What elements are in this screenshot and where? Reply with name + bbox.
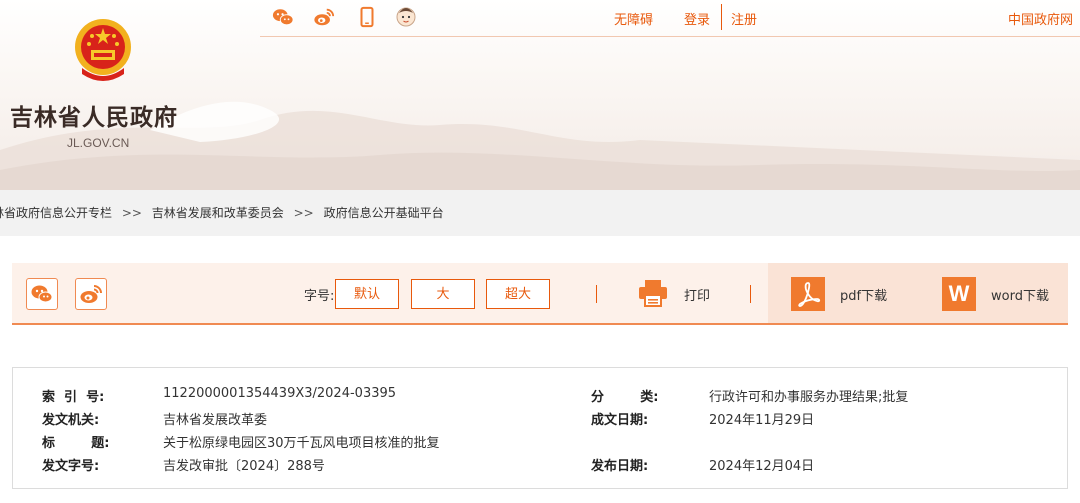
breadcrumb-separator: >> — [293, 206, 314, 220]
doc-no-label: 发文字号: — [42, 459, 100, 474]
index-no-value: 1122000001354439X3/2024-03395 — [163, 386, 397, 401]
pdf-icon[interactable] — [791, 277, 825, 311]
pdf-download-link[interactable]: pdf下载 — [840, 285, 887, 304]
printer-icon[interactable] — [637, 278, 669, 308]
site-domain: JL.GOV.CN — [67, 136, 130, 150]
wechat-icon — [31, 285, 53, 303]
login-link[interactable]: 登录 — [684, 9, 710, 28]
word-icon[interactable]: W — [942, 277, 976, 311]
china-gov-link[interactable]: 中国政府网 — [1008, 9, 1073, 28]
top-link-divider — [721, 4, 722, 30]
breadcrumb-item-info-column[interactable]: 林省政府信息公开专栏 — [0, 206, 112, 220]
top-divider — [260, 36, 1080, 37]
category-label: 分 类: — [591, 390, 659, 405]
issuer-value: 吉林省发展改革委 — [163, 413, 268, 428]
toolbar-divider — [596, 285, 597, 303]
breadcrumb: 林省政府信息公开专栏 >> 吉林省发展和改革委员会 >> 政府信息公开基础平台 — [0, 190, 1080, 236]
publish-date-label: 发布日期: — [591, 459, 649, 474]
document-info-table: 索 引 号: 1122000001354439X3/2024-03395 分 类… — [12, 367, 1068, 489]
index-no-label: 索 引 号: — [42, 390, 105, 405]
assistant-avatar-icon[interactable] — [394, 3, 418, 29]
mobile-icon[interactable] — [356, 6, 378, 28]
download-panel: pdf下载 W word下载 — [768, 263, 1068, 323]
written-date-value: 2024年11月29日 — [709, 413, 815, 428]
weibo-icon[interactable] — [313, 6, 335, 28]
font-size-label: 字号: — [304, 289, 335, 304]
article-toolbar: 字号: 默认 大 超大 打印 pdf下载 W word下载 — [12, 263, 1068, 325]
site-title[interactable]: 吉林省人民政府 — [10, 98, 178, 132]
accessibility-link[interactable]: 无障碍 — [614, 9, 653, 28]
wechat-icon[interactable] — [272, 6, 294, 28]
doc-no-value: 吉发改审批〔2024〕288号 — [163, 459, 325, 474]
font-size-default-button[interactable]: 默认 — [335, 279, 399, 309]
register-link[interactable]: 注册 — [731, 9, 757, 28]
written-date-label: 成文日期: — [591, 413, 649, 428]
category-value: 行政许可和办事服务办理结果;批复 — [709, 390, 909, 405]
word-download-link[interactable]: word下载 — [991, 285, 1049, 304]
weibo-icon — [80, 285, 102, 303]
breadcrumb-separator: >> — [121, 206, 142, 220]
title-value: 关于松原绿电园区30万千瓦风电项目核准的批复 — [163, 436, 440, 451]
national-emblem-icon — [75, 19, 131, 81]
print-link[interactable]: 打印 — [684, 285, 710, 304]
font-size-xlarge-button[interactable]: 超大 — [486, 279, 550, 309]
toolbar-divider — [750, 285, 751, 303]
issuer-label: 发文机关: — [42, 413, 100, 428]
publish-date-value: 2024年12月04日 — [709, 459, 815, 474]
title-label: 标 题: — [42, 436, 110, 451]
breadcrumb-item-platform[interactable]: 政府信息公开基础平台 — [324, 206, 444, 220]
breadcrumb-item-ndrc[interactable]: 吉林省发展和改革委员会 — [152, 206, 284, 220]
share-weibo-button[interactable] — [75, 278, 107, 310]
share-wechat-button[interactable] — [26, 278, 58, 310]
font-size-large-button[interactable]: 大 — [411, 279, 475, 309]
site-header: 吉林省人民政府 JL.GOV.CN 无障碍 登录 注册 中国政府网 — [0, 0, 1080, 190]
